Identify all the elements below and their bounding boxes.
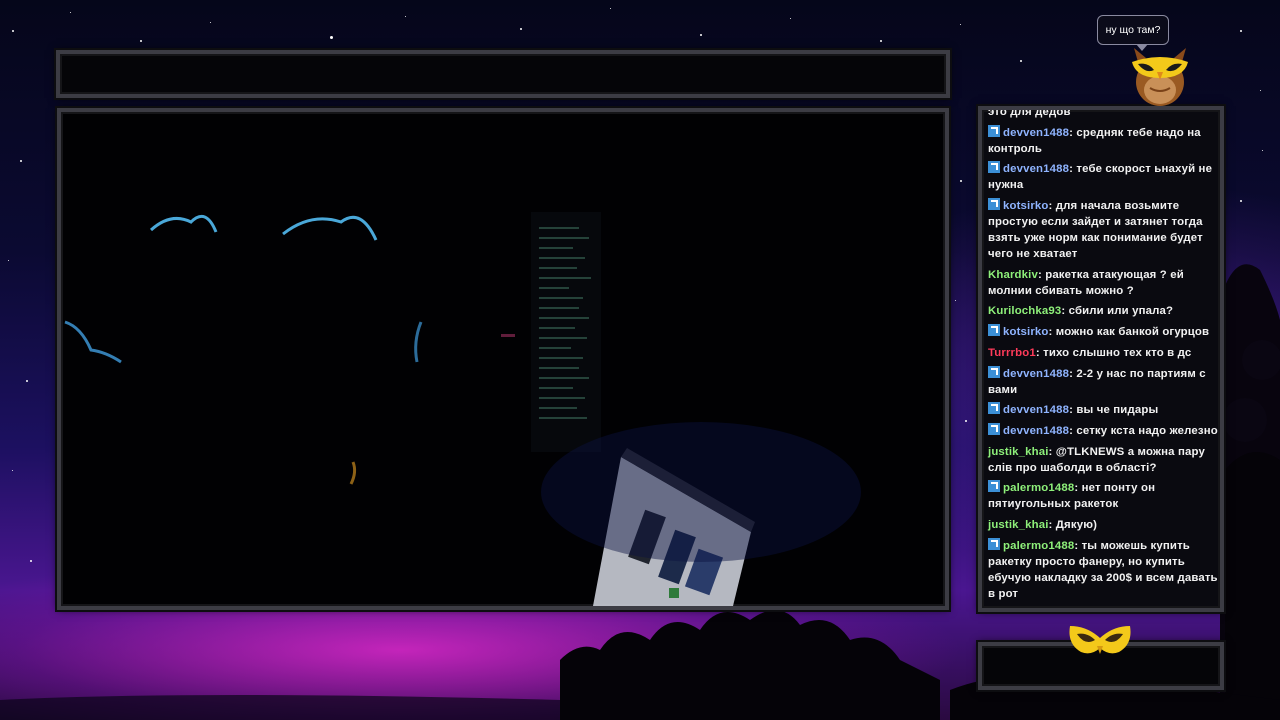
chat-text: сбили или упала? — [1068, 305, 1174, 318]
verified-badge-icon — [988, 124, 1000, 137]
chat-message: Turrrbo1: тихо слышно тех кто в дс — [988, 345, 1220, 361]
chat-message: justik_khai: Дякую) — [988, 517, 1220, 533]
chat-separator: : — [1035, 346, 1044, 359]
chat-separator: : — [1048, 518, 1056, 531]
chat-message: kotsirko: можно как банкой огурцов — [988, 324, 1220, 340]
verified-badge-icon — [988, 480, 1000, 493]
chat-username[interactable]: devven1488 — [1003, 127, 1069, 139]
chat-message: devven1488: 2-2 у нас по партиям с вами — [988, 365, 1220, 398]
chat-message: justik_khai: @TLKNEWS а можна пару слів … — [988, 444, 1220, 476]
dark-camera-scene — [64, 212, 861, 606]
verified-badge-icon — [988, 365, 1000, 378]
chat-username[interactable]: Turrrbo1 — [988, 347, 1036, 359]
chat-message: Khardkiv: ракетка атакующая ? ей молнии … — [988, 267, 1220, 299]
chat-username[interactable]: Khardkiv — [988, 269, 1038, 281]
video-feed — [57, 108, 949, 610]
chat-username[interactable]: devven1488 — [1003, 163, 1069, 175]
owl-icon — [1132, 48, 1188, 106]
chat-text: сетку кста надо железно — [1076, 424, 1218, 437]
chat-separator: : — [1074, 482, 1082, 495]
chat-text: вы че пидары — [1076, 404, 1159, 417]
chat-message: devven1488: вы че пидары — [988, 402, 1220, 418]
chat-separator: : — [1048, 445, 1056, 458]
chat-separator: : — [1048, 326, 1056, 339]
chat-separator: : — [1061, 305, 1069, 318]
verified-badge-icon — [988, 198, 1000, 211]
verified-badge-icon — [988, 161, 1000, 174]
chat-username[interactable]: palermo1488 — [1003, 540, 1074, 552]
chat-text: можно как банкой огурцов — [1055, 326, 1210, 339]
stream-overlay: это для дедов devven1488: средняк тебе на… — [0, 0, 1280, 720]
chat-username[interactable]: kotsirko — [1003, 200, 1049, 212]
chat-username[interactable]: justik_khai — [988, 519, 1049, 531]
chat-username[interactable]: devven1488 — [1003, 404, 1069, 416]
chat-message: palermo1488: ты можешь купить ракетку пр… — [988, 537, 1220, 602]
chat-text: Дякую) — [1055, 518, 1098, 531]
chat-username[interactable]: Kurilochka93 — [988, 305, 1061, 317]
chat-username[interactable]: palermo1488 — [1003, 482, 1074, 494]
chat-message: Kurilochka93: сбили или упала? — [988, 303, 1220, 319]
verified-badge-icon — [988, 537, 1000, 550]
verified-badge-icon — [988, 324, 1000, 337]
chat-username[interactable]: devven1488 — [1003, 368, 1069, 380]
chat-message: devven1488: тебе скорост ьнахуй не нужна — [988, 161, 1220, 193]
chat-text: это для дедов — [988, 106, 1071, 118]
verified-badge-icon — [988, 422, 1000, 435]
chat-message: kotsirko: для начала возьмите простую ес… — [988, 198, 1220, 262]
chat-message: devven1488: средняк тебе надо на контрол… — [988, 124, 1220, 157]
chat-text: тихо слышно тех кто в дс — [1043, 346, 1192, 359]
chat-username[interactable]: justik_khai — [988, 446, 1049, 458]
chat-username[interactable]: devven1488 — [1003, 425, 1069, 437]
chat-username[interactable]: kotsirko — [1003, 326, 1049, 338]
chat-message-list: это для дедов devven1488: средняк тебе на… — [988, 106, 1220, 606]
chat-separator: : — [1074, 539, 1082, 552]
chat-panel[interactable]: это для дедов devven1488: средняк тебе на… — [978, 106, 1224, 612]
verified-badge-icon — [988, 402, 1000, 415]
chat-message: devven1488: сетку кста надо железно — [988, 422, 1220, 439]
chat-message: palermo1488: нет понту он пятиугольных р… — [988, 480, 1220, 512]
owl-mask-icon — [1069, 626, 1131, 654]
chat-separator: : — [1048, 200, 1056, 213]
title-bar-panel — [56, 50, 950, 98]
